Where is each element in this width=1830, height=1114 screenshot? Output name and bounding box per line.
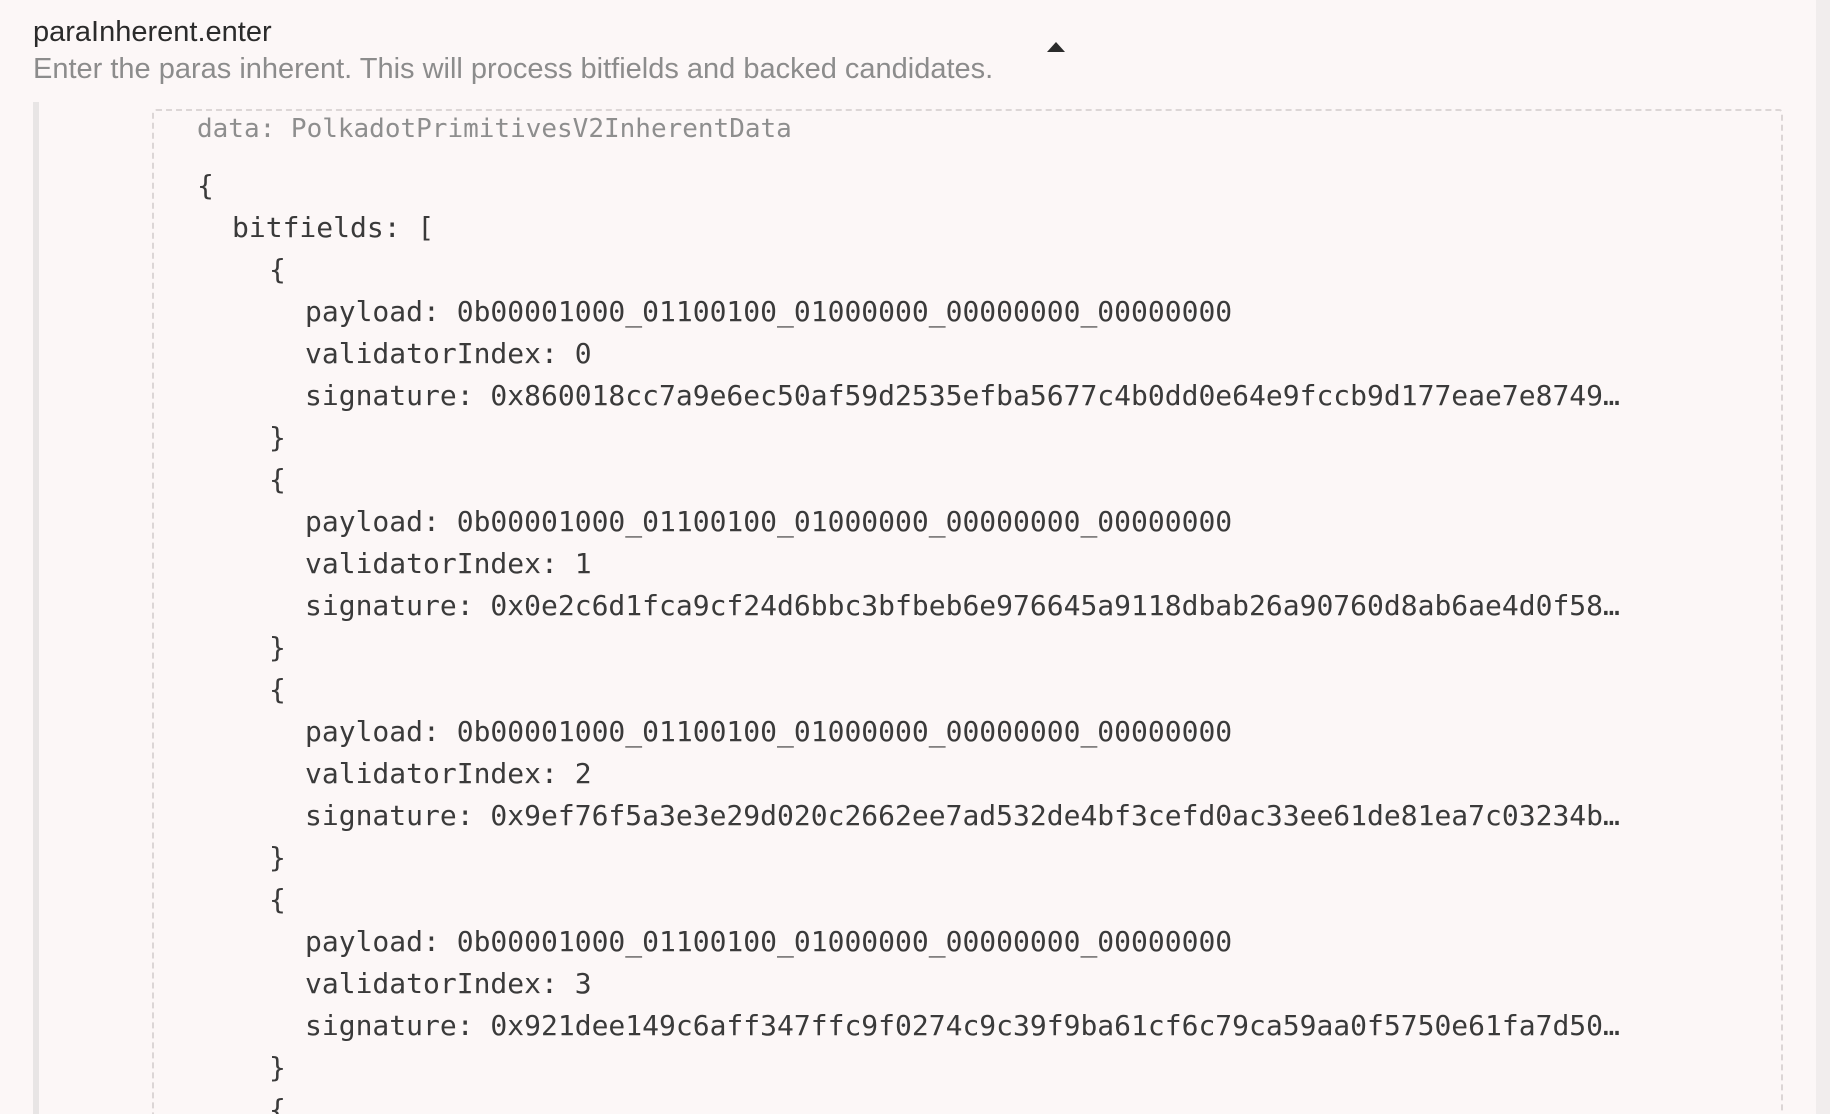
call-name: paraInherent.enter <box>33 16 272 48</box>
bitfield-signature-text: signature: 0x0e2c6d1fca9cf24d6bbc3bfbeb6… <box>305 589 1620 622</box>
code-open-brace: { <box>197 169 214 202</box>
bitfield-payload: payload: 0b00001000_01100100_01000000_00… <box>305 715 1233 748</box>
param-label: data: PolkadotPrimitivesV2InherentData <box>197 114 792 144</box>
caret-up-icon-svg <box>1047 42 1065 52</box>
bitfield-signature-text: signature: 0x860018cc7a9e6ec50af59d2535e… <box>305 379 1620 412</box>
caret-up-icon[interactable] <box>1042 33 1070 61</box>
bitfield-validator-index: validatorIndex: 1 <box>305 547 592 580</box>
bitfield-close-brace: } <box>269 421 286 454</box>
bitfield-open-brace: { <box>269 673 286 706</box>
call-header: paraInherent.enter Enter the paras inher… <box>33 14 1753 87</box>
extrinsic-details-panel: paraInherent.enter Enter the paras inher… <box>0 0 1830 1114</box>
bitfield-open-brace: { <box>269 463 286 496</box>
bitfield-signature: signature: 0x9ef76f5a3e3e29d020c2662ee7a… <box>197 795 1707 837</box>
bitfield-validator-index: validatorIndex: 0 <box>305 337 592 370</box>
param-value-code: { bitfields: [ { payload: 0b00001000_011… <box>197 165 1707 1114</box>
bitfield-payload: payload: 0b00001000_01100100_01000000_00… <box>305 295 1233 328</box>
bitfield-close-brace: } <box>269 841 286 874</box>
bitfield-signature: signature: 0x0e2c6d1fca9cf24d6bbc3bfbeb6… <box>197 585 1707 627</box>
bitfield-signature-text: signature: 0x9ef76f5a3e3e29d020c2662ee7a… <box>305 799 1620 832</box>
scrollbar-track[interactable] <box>1816 0 1830 1114</box>
bitfield-open-brace: { <box>269 253 286 286</box>
bitfield-validator-index: validatorIndex: 3 <box>305 967 592 1000</box>
bitfield-close-brace: } <box>269 1051 286 1084</box>
bitfield-payload: payload: 0b00001000_01100100_01000000_00… <box>305 925 1233 958</box>
bitfield-signature: signature: 0x921dee149c6aff347ffc9f0274c… <box>197 1005 1707 1047</box>
call-description: Enter the paras inherent. This will proc… <box>33 53 994 85</box>
indent-rail <box>33 102 39 1114</box>
bitfield-signature-text: signature: 0x921dee149c6aff347ffc9f0274c… <box>305 1009 1620 1042</box>
bitfield-close-brace: } <box>269 631 286 664</box>
bitfield-validator-index: validatorIndex: 2 <box>305 757 592 790</box>
bitfield-open-brace: { <box>269 1093 286 1114</box>
bitfield-payload: payload: 0b00001000_01100100_01000000_00… <box>305 505 1233 538</box>
bitfields-key: bitfields: [ <box>232 211 435 244</box>
bitfield-open-brace: { <box>269 883 286 916</box>
bitfield-signature: signature: 0x860018cc7a9e6ec50af59d2535e… <box>197 375 1707 417</box>
